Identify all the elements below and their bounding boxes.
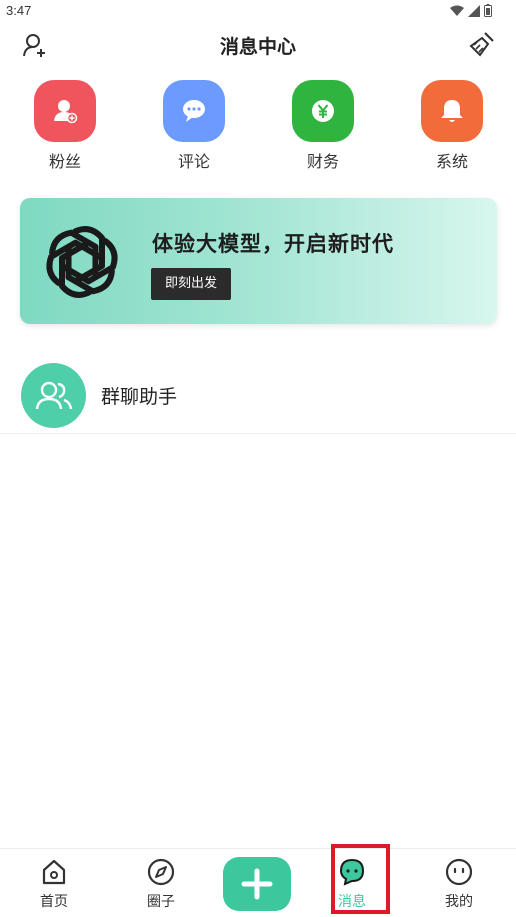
openai-knot-icon — [46, 226, 118, 298]
quick-label-comments: 评论 — [177, 152, 210, 171]
quick-actions: 粉丝 评论 财务 系统 — [0, 80, 516, 172]
signal-icon — [468, 4, 480, 17]
battery-icon — [484, 4, 492, 17]
status-time: 3:47 — [6, 3, 32, 18]
create-post-button[interactable] — [223, 857, 291, 911]
plus-icon — [241, 868, 273, 900]
status-icons — [450, 4, 492, 17]
list-item[interactable]: 群聊助手 — [0, 356, 516, 434]
group-users-icon — [35, 381, 72, 409]
tab-label-circle: 圈子 — [147, 894, 175, 910]
face-icon — [445, 858, 473, 886]
tab-messages[interactable]: 消息 — [320, 857, 384, 911]
user-add-icon — [54, 100, 78, 124]
quick-item-finance[interactable]: 财务 — [283, 80, 363, 172]
banner-title: 体验大模型，开启新时代 — [152, 232, 394, 256]
tab-label-profile: 我的 — [445, 894, 473, 910]
yen-coin-icon — [312, 100, 334, 122]
tab-label-messages: 消息 — [338, 894, 366, 910]
start-now-button[interactable]: 即刻出发 — [151, 268, 232, 300]
wifi-icon — [450, 5, 464, 16]
quick-label-finance: 财务 — [306, 152, 339, 171]
avatar — [21, 363, 86, 428]
status-bar: 3:47 — [0, 0, 516, 22]
comment-bubble-icon — [183, 100, 205, 122]
tab-circle[interactable]: 圈子 — [129, 857, 193, 911]
tab-profile[interactable]: 我的 — [427, 857, 491, 911]
quick-label-fans: 粉丝 — [48, 152, 81, 171]
tab-label-home: 首页 — [40, 894, 68, 910]
page-title: 消息中心 — [219, 36, 296, 58]
quick-item-comments[interactable]: 评论 — [154, 80, 234, 172]
system-icon-tile — [421, 80, 483, 142]
clear-broom-icon[interactable] — [468, 30, 496, 58]
bell-icon — [441, 100, 463, 122]
finance-icon-tile — [292, 80, 354, 142]
home-icon — [42, 859, 66, 885]
fans-icon-tile — [34, 80, 96, 142]
quick-label-system: 系统 — [435, 152, 468, 171]
header: 消息中心 — [0, 22, 516, 68]
quick-item-fans[interactable]: 粉丝 — [25, 80, 105, 172]
chat-name: 群聊助手 — [101, 386, 178, 408]
compass-icon — [147, 858, 175, 886]
comments-icon-tile — [163, 80, 225, 142]
quick-item-system[interactable]: 系统 — [412, 80, 492, 172]
bottom-tab-bar: 首页 圈子 消息 我的 — [0, 848, 516, 917]
tab-home[interactable]: 首页 — [22, 857, 86, 911]
chat-bubble-icon — [339, 858, 365, 886]
ai-model-banner[interactable]: 体验大模型，开启新时代 即刻出发 — [20, 198, 497, 324]
